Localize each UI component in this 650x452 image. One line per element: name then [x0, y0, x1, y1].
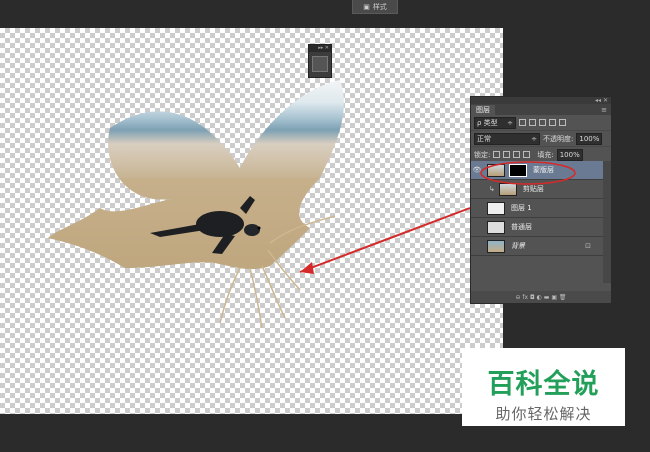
lock-icon: ⊡ [585, 242, 591, 250]
filter-type-label: ρ 类型 [477, 118, 498, 127]
annotation-arrowhead [300, 262, 314, 274]
annotation-arrow [299, 207, 471, 273]
layer-name: 普通层 [511, 223, 532, 231]
layer-row-background[interactable]: 背景 ⊡ [471, 237, 603, 256]
select-arrow-icon: ÷ [531, 134, 537, 143]
opacity-input[interactable]: 100% [576, 132, 603, 145]
select-arrow-icon: ÷ [507, 118, 513, 127]
lock-all-icon[interactable] [523, 151, 531, 158]
filter-text-icon[interactable] [539, 119, 546, 126]
style-button-label: 样式 [372, 2, 387, 11]
layer-actions-icons[interactable]: ⊖ fx ◘ ◐ ▬ ▣ 🗑 [515, 294, 566, 301]
blend-mode-label: 正常 [477, 134, 491, 143]
layer-row-layer1[interactable]: 图层 1 [471, 199, 603, 218]
layers-footer: ⊖ fx ◘ ◐ ▬ ▣ 🗑 [471, 291, 611, 303]
mini-panel-bar[interactable]: ▸▸ ✕ [309, 45, 331, 52]
lock-move-icon[interactable] [513, 151, 521, 158]
panel-menu-icon[interactable]: ≡ [601, 105, 611, 115]
blend-mode-select[interactable]: 正常 ÷ [474, 132, 540, 145]
tab-layers[interactable]: 图层 [471, 105, 495, 115]
layer-name: 背景 [511, 242, 525, 250]
layer-thumbnail [487, 201, 505, 215]
watermark-title: 百科全说 [487, 369, 600, 400]
panel-collapse-close[interactable]: ◂◂ ✕ [471, 97, 611, 104]
style-icon: ▣ [363, 2, 370, 11]
document-canvas[interactable] [0, 28, 503, 414]
layer-thumbnail [487, 239, 505, 253]
lock-transparent-icon[interactable] [493, 151, 501, 158]
filter-pixel-icon[interactable] [519, 119, 526, 126]
filter-shape-icon[interactable] [549, 119, 556, 126]
watermark-subtitle: 助你轻松解决 [495, 405, 592, 423]
layers-scrollbar[interactable] [603, 161, 611, 283]
lock-paint-icon[interactable] [503, 151, 511, 158]
butterfly-clipping-image [48, 80, 471, 329]
style-button[interactable]: ▣ 样式 [352, 0, 398, 14]
layer-row-normal[interactable]: 普通层 [471, 218, 603, 237]
layer-style-icon[interactable] [312, 56, 328, 72]
watermark-logo: 百科全说 助你轻松解决 [462, 348, 625, 426]
layer-thumbnail [487, 220, 505, 234]
filter-smart-icon[interactable] [559, 119, 566, 126]
blend-row: 正常 ÷ 不透明度: 100% [471, 131, 611, 147]
annotation-ellipse [480, 161, 576, 185]
filter-adjust-icon[interactable] [529, 119, 536, 126]
mini-style-panel[interactable]: ▸▸ ✕ [308, 44, 332, 78]
filter-type-select[interactable]: ρ 类型 ÷ [474, 116, 516, 129]
opacity-label: 不透明度: [543, 134, 574, 143]
layers-panel: ◂◂ ✕ 图层 ≡ ρ 类型 ÷ 正常 ÷ 不透明度: 100% 锁定: 填充:… [470, 96, 612, 304]
filter-row: ρ 类型 ÷ [471, 115, 611, 131]
layer-name: 图层 1 [511, 204, 532, 212]
